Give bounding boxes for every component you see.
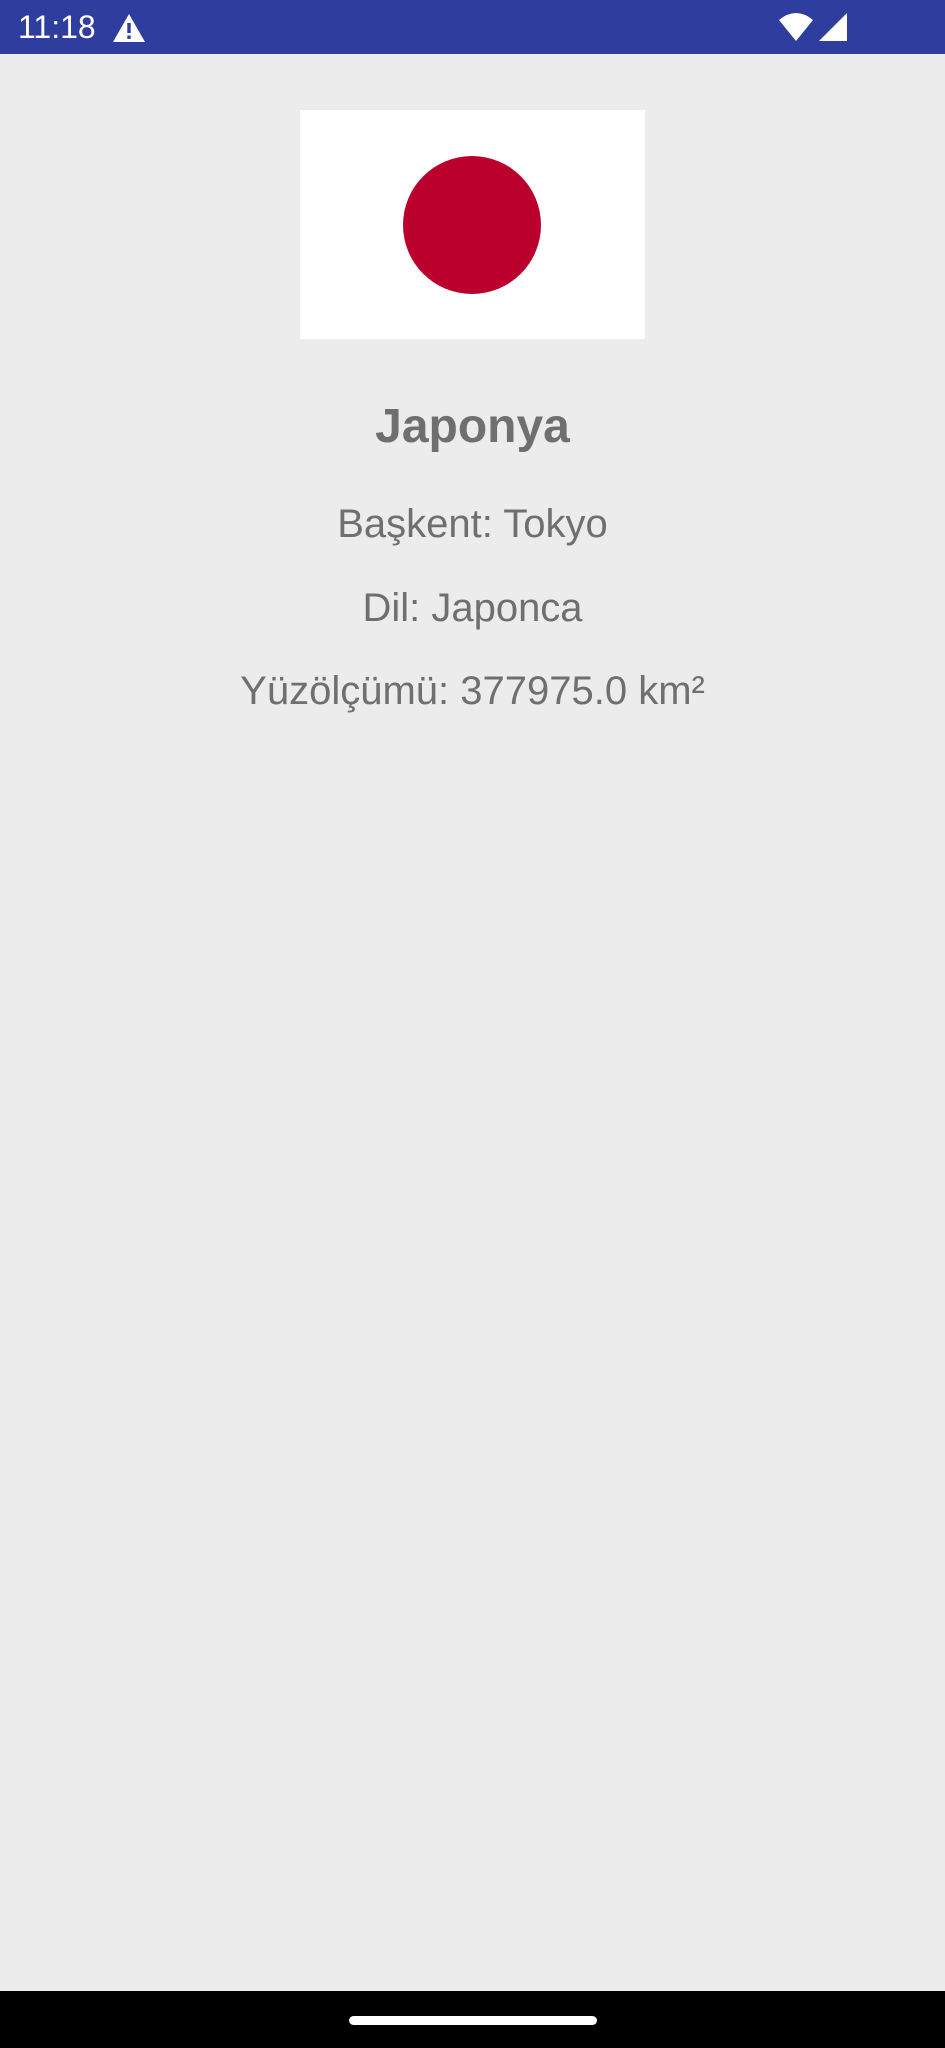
- home-gesture-handle[interactable]: [349, 2016, 597, 2025]
- language-text: Dil: Japonca: [362, 586, 583, 630]
- country-detail-screen: Japonya Başkent: Tokyo Dil: Japonca Yüzö…: [0, 54, 945, 1991]
- status-time: 11:18: [18, 9, 96, 45]
- signal-icon: [819, 13, 847, 41]
- flag-red-disc: [403, 156, 541, 294]
- wifi-icon: [779, 13, 813, 41]
- warning-icon: [113, 14, 145, 42]
- country-flag: [300, 110, 645, 339]
- status-bar: 11:18: [0, 0, 945, 54]
- area-text: Yüzölçümü: 377975.0 km²: [240, 669, 705, 713]
- navigation-bar: [0, 1991, 945, 2048]
- capital-text: Başkent: Tokyo: [337, 502, 608, 546]
- country-name: Japonya: [375, 400, 570, 453]
